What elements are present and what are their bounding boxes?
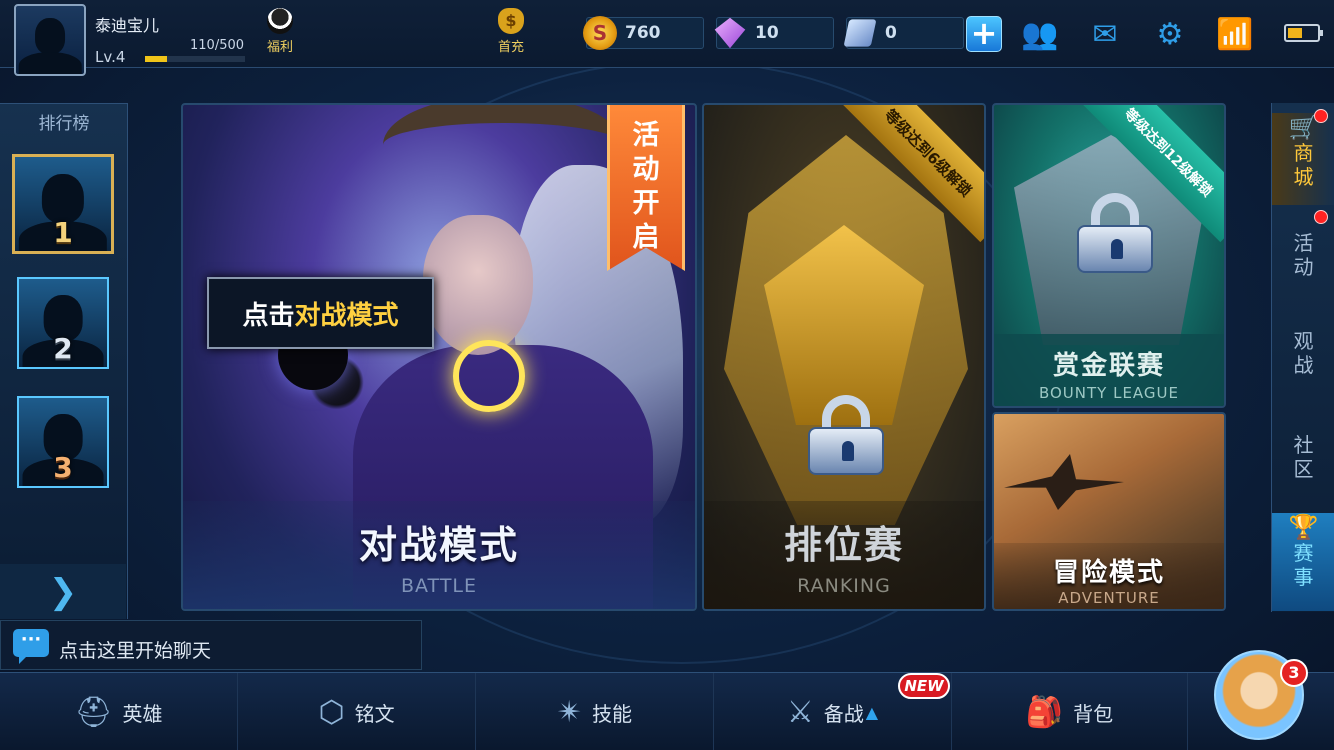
- player-avatar[interactable]: [14, 4, 86, 76]
- preparation-label: 备战: [823, 701, 864, 726]
- coupon-amount: 0: [885, 23, 897, 43]
- battle-mode-title: 对战模式: [358, 523, 519, 567]
- gear-icon: ⚙: [1156, 16, 1184, 52]
- chat-placeholder: 点击这里开始聊天: [59, 640, 212, 662]
- hero-artwork-face: [423, 215, 533, 355]
- recharge-add-button[interactable]: +: [966, 16, 1002, 52]
- helmet-icon: ⛑: [74, 694, 113, 730]
- gold-coin-icon: S: [583, 16, 617, 50]
- bounty-league-subtitle: BOUNTY LEAGUE: [1038, 384, 1180, 402]
- new-badge: NEW: [898, 673, 950, 699]
- star-burst-icon: ✴: [556, 694, 583, 730]
- avatar-silhouette: [16, 6, 84, 74]
- chevron-right-icon: ❯: [48, 571, 78, 612]
- inscription-button[interactable]: ⬡ 铭文: [238, 673, 476, 750]
- tooltip-prefix: 点击: [242, 300, 295, 331]
- wifi-icon: 📶: [1216, 16, 1254, 52]
- backpack-button[interactable]: 🎒 背包: [952, 673, 1188, 750]
- backpack-icon: 🎒: [1025, 694, 1064, 730]
- settings-button[interactable]: ⚙: [1148, 12, 1192, 56]
- nav-activity[interactable]: 活动: [1272, 231, 1334, 279]
- gold-counter: S 760: [583, 16, 704, 50]
- player-exp: 110/500: [190, 38, 245, 53]
- nav-shop-label: 商城: [1293, 141, 1314, 189]
- heroes-button[interactable]: ⛑ 英雄: [0, 673, 238, 750]
- sword-icon: ⚔: [786, 694, 814, 730]
- bounty-league-card[interactable]: 赏金联赛 BOUNTY LEAGUE 等级达到12级解锁: [992, 103, 1226, 408]
- gem-amount: 10: [755, 23, 779, 43]
- gold-amount: 760: [625, 23, 661, 43]
- leaderboard-title: 排行榜: [38, 114, 90, 134]
- hexagon-rune-icon: ⬡: [318, 694, 345, 730]
- chat-input-bar[interactable]: ··· 点击这里开始聊天: [0, 620, 422, 670]
- event-open-ribbon: 活动开启: [607, 105, 685, 271]
- leaderboard-entry-1[interactable]: 1: [12, 154, 114, 254]
- tooltip-highlight: 对战模式: [294, 300, 399, 331]
- friends-icon: 👥: [1021, 16, 1059, 52]
- backpack-label: 背包: [1073, 701, 1114, 726]
- ranking-mode-subtitle: RANKING: [797, 575, 891, 597]
- nav-community[interactable]: 社区: [1272, 433, 1334, 481]
- adventure-mode-card[interactable]: 冒险模式 ADVENTURE: [992, 412, 1226, 611]
- chat-bubble-icon: ···: [13, 629, 49, 664]
- event-open-label: 活动开启: [632, 120, 660, 253]
- battle-mode-card[interactable]: 对战模式 BATTLE 活动开启: [181, 103, 697, 611]
- mail-icon: ✉: [1092, 16, 1118, 52]
- battery-icon: [1284, 24, 1323, 42]
- shop-notification-dot: [1314, 109, 1328, 123]
- rank-number-badge: 2: [53, 332, 73, 365]
- player-level: Lv.4: [95, 48, 126, 66]
- skills-button[interactable]: ✴ 技能: [476, 673, 714, 750]
- player-name: 泰迪宝儿: [95, 16, 160, 35]
- diamond-icon: [714, 17, 746, 49]
- nav-tournament-label: 赛事: [1293, 541, 1314, 589]
- welfare-button[interactable]: 福利: [262, 8, 298, 55]
- bounty-league-title: 赏金联赛: [1052, 351, 1165, 381]
- eagle-artwork: [1004, 454, 1124, 510]
- leaderboard-entry-3[interactable]: 3: [17, 396, 109, 488]
- first-recharge-label: 首充: [497, 40, 524, 55]
- nav-tournament[interactable]: 🏆 赛事: [1272, 513, 1334, 611]
- nav-shop[interactable]: 🛒 商城: [1272, 113, 1334, 205]
- leaderboard-expand-button[interactable]: ❯: [0, 564, 126, 619]
- adventure-mode-subtitle: ADVENTURE: [1058, 589, 1160, 607]
- activity-notification-dot: [1314, 210, 1328, 224]
- coupon-icon: [843, 19, 877, 47]
- welfare-label: 福利: [266, 40, 293, 55]
- nav-watch[interactable]: 观战: [1272, 329, 1334, 377]
- battle-mode-subtitle: BATTLE: [400, 575, 478, 597]
- battle-mode-tooltip[interactable]: 点击 对战模式: [207, 277, 434, 349]
- battery-level: [1288, 28, 1303, 38]
- exp-bar: [145, 56, 245, 62]
- right-side-nav: 🛒 商城 活动 观战 社区 🏆 赛事: [1271, 103, 1334, 612]
- top-bar: 泰迪宝儿 Lv.4 110/500 福利 $ 首充 S 760 10 0 + 👥…: [0, 0, 1334, 76]
- lock-icon: [1077, 193, 1153, 273]
- adventure-mode-title: 冒险模式: [1052, 558, 1165, 588]
- qq-penguin-icon: [267, 8, 293, 34]
- ranking-mode-card[interactable]: 排位赛 RANKING 等级达到6级解锁: [702, 103, 986, 611]
- rank-number-badge: 3: [53, 451, 73, 484]
- rank-number-badge: 1: [53, 216, 73, 249]
- first-recharge-button[interactable]: $ 首充: [493, 8, 529, 55]
- golden-ring-effect: [453, 340, 525, 412]
- leaderboard-entry-2[interactable]: 2: [17, 277, 109, 369]
- inscription-label: 铭文: [354, 701, 395, 726]
- ranking-mode-title: 排位赛: [783, 523, 904, 567]
- wifi-status: 📶: [1213, 12, 1257, 56]
- heroes-label: 英雄: [122, 701, 163, 726]
- money-bag-icon: $: [498, 8, 524, 34]
- friends-button[interactable]: 👥: [1018, 12, 1062, 56]
- gem-counter: 10: [714, 17, 834, 49]
- lock-icon: [808, 395, 884, 475]
- exp-bar-fill: [145, 56, 167, 62]
- mascot-notification-badge: 3: [1280, 659, 1308, 687]
- trophy-icon: 🏆: [1288, 513, 1319, 541]
- chevron-up-icon: ▲: [865, 702, 879, 722]
- coupon-counter: 0: [843, 17, 964, 49]
- skills-label: 技能: [592, 701, 633, 726]
- bottom-nav-bar: ⛑ 英雄 ⬡ 铭文 ✴ 技能 ⚔ 备战 ▲ 🎒 背包: [0, 672, 1334, 750]
- mail-button[interactable]: ✉: [1083, 12, 1127, 56]
